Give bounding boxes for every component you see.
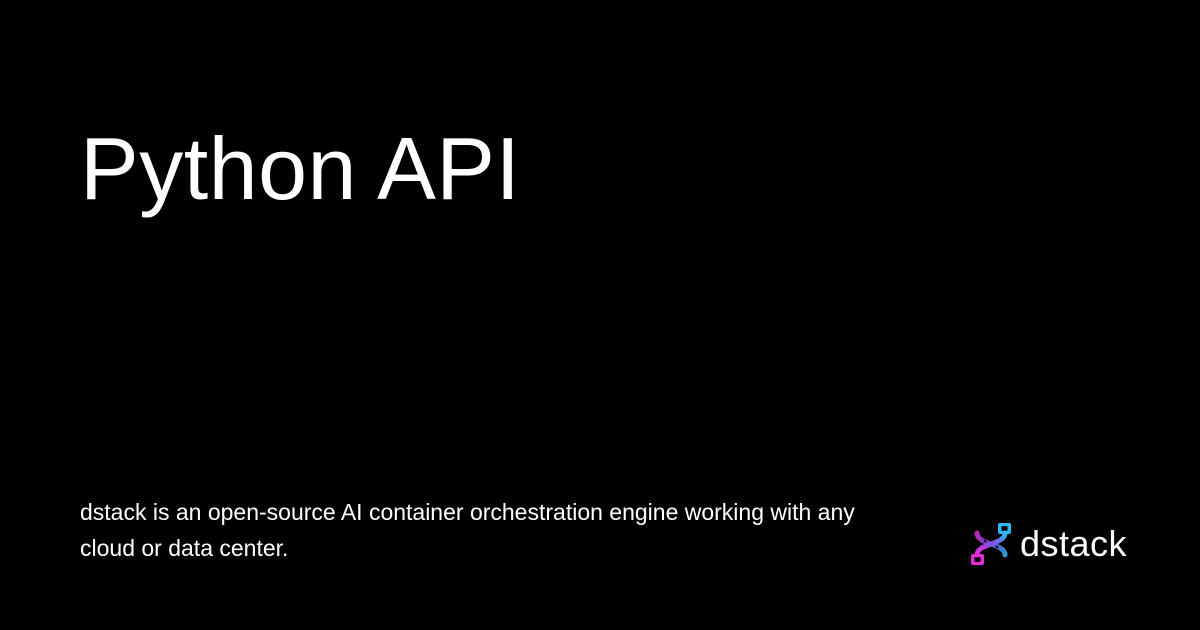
brand-lockup: dstack	[968, 520, 1127, 568]
page-description: dstack is an open-source AI container or…	[80, 499, 855, 561]
brand-name: dstack	[1020, 523, 1128, 564]
page-title: Python API	[80, 119, 521, 218]
social-card: Python API dstack is an open-source AI c…	[0, 0, 1200, 630]
dstack-logo-icon	[971, 523, 1011, 565]
